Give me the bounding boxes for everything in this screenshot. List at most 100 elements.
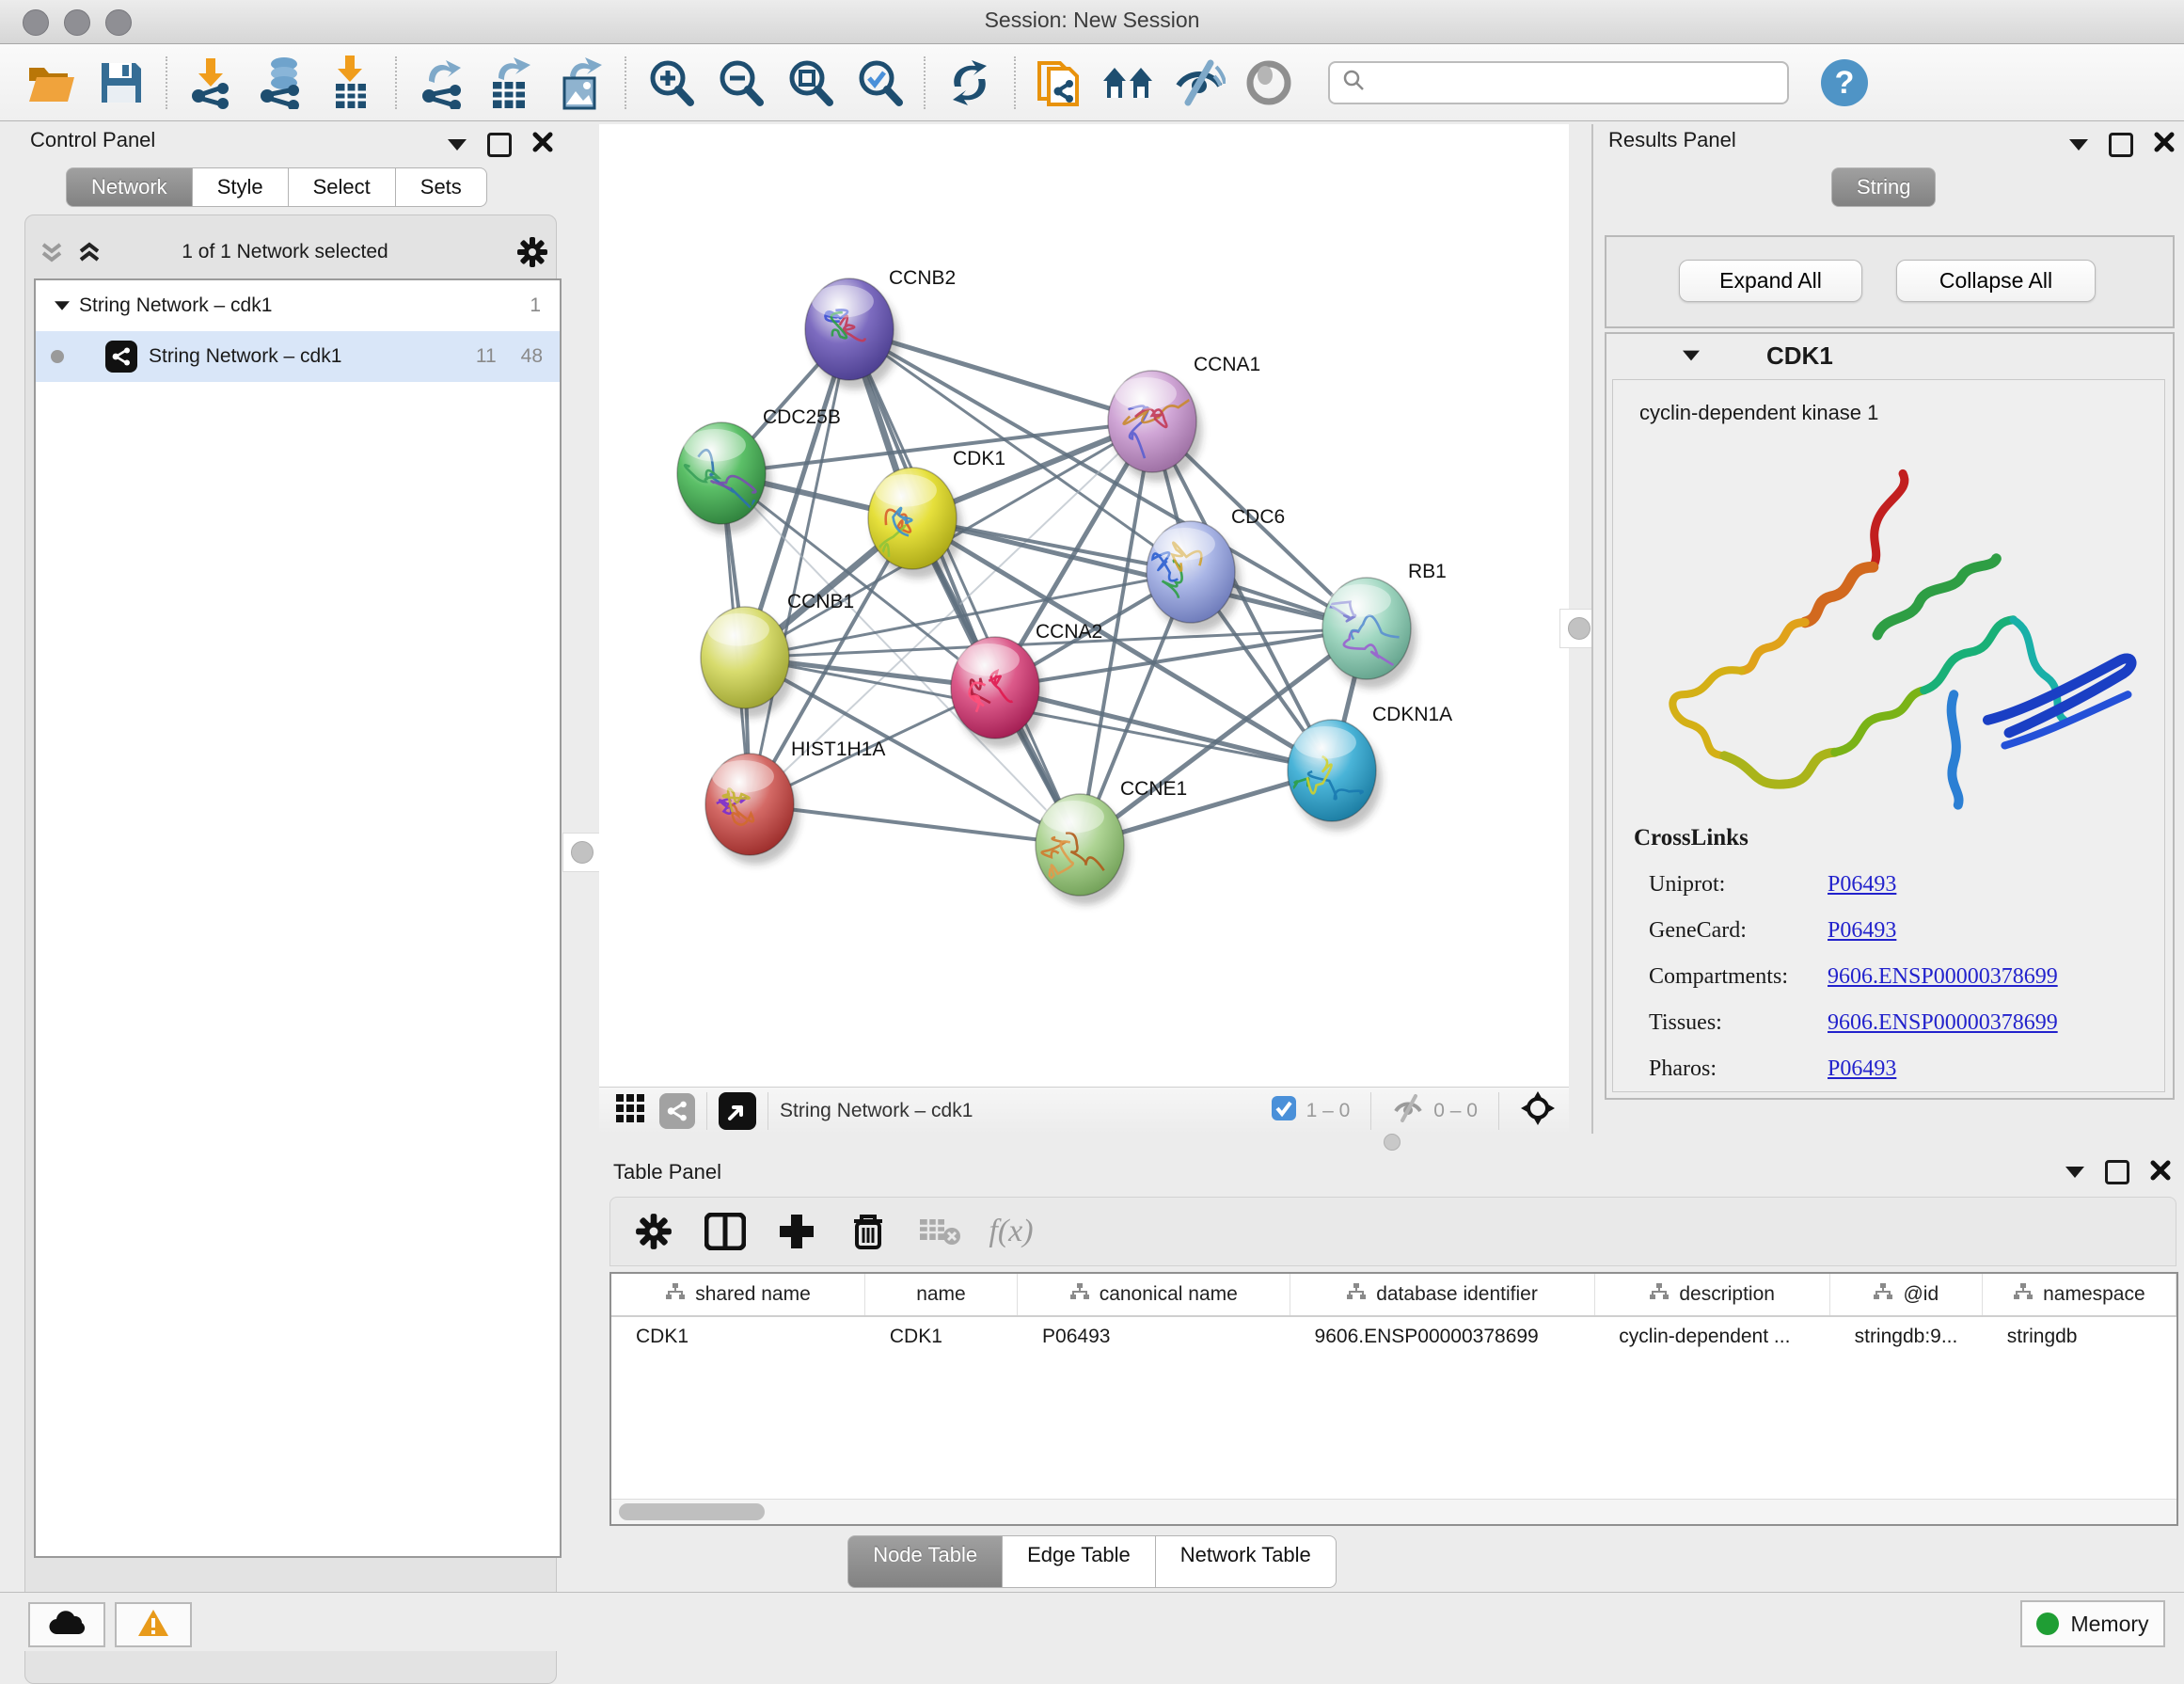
tab-select[interactable]: Select [289, 167, 396, 207]
float-panel-icon[interactable] [2105, 1160, 2129, 1184]
collapse-all-button[interactable]: Collapse All [1896, 260, 2096, 302]
grid-view-icon[interactable] [614, 1092, 646, 1130]
close-panel-icon[interactable] [532, 132, 553, 157]
network-list-options-icon[interactable] [515, 235, 549, 274]
hidden-eye-icon[interactable] [1392, 1094, 1424, 1128]
search-icon [1341, 68, 1366, 97]
pharos-link[interactable]: P06493 [1828, 1056, 1896, 1082]
network-node-cdkn1a[interactable] [1280, 720, 1382, 831]
network-icon [105, 341, 137, 373]
column-header-namespace[interactable]: namespace [1983, 1274, 2176, 1315]
panel-menu-icon[interactable] [448, 139, 467, 151]
tab-edge-table[interactable]: Edge Table [1003, 1535, 1156, 1588]
float-panel-icon[interactable] [487, 133, 512, 157]
cell-0[interactable]: CDK1 [611, 1317, 865, 1357]
compartments-link[interactable]: 9606.ENSP00000378699 [1828, 964, 2058, 990]
memory-button[interactable]: Memory [2020, 1600, 2165, 1647]
hide-graphics-details-button[interactable] [1164, 53, 1234, 113]
new-network-from-selection-button[interactable] [1025, 53, 1095, 113]
export-table-button[interactable] [476, 53, 546, 113]
delete-column-icon[interactable] [832, 1203, 904, 1260]
cell-4[interactable]: cyclin-dependent ... [1594, 1317, 1829, 1357]
column-header-name[interactable]: name [865, 1274, 1018, 1315]
search-input[interactable] [1366, 71, 1765, 95]
help-icon: ? [1819, 57, 1870, 108]
column-header-shared-name[interactable]: shared name [611, 1274, 865, 1315]
table-horizontal-scrollbar[interactable] [611, 1499, 2176, 1524]
tab-string[interactable]: String [1831, 167, 1936, 207]
network-node-ccnb1[interactable] [701, 607, 795, 718]
help-button[interactable]: ? [1810, 53, 1879, 113]
tab-sets[interactable]: Sets [396, 167, 487, 207]
table-row[interactable]: CDK1CDK1P064939606.ENSP00000378699cyclin… [611, 1317, 2176, 1357]
node-label-cdkn1a: CDKN1A [1372, 704, 1452, 725]
column-header-database-identifier[interactable]: database identifier [1290, 1274, 1595, 1315]
apply-layout-icon [945, 58, 994, 107]
left-splitter-handle[interactable] [562, 833, 602, 872]
network-node-ccne1[interactable] [1036, 794, 1130, 905]
network-collection-row[interactable]: String Network – cdk1 1 [36, 280, 560, 331]
network-node-cdc25b[interactable] [677, 422, 771, 533]
column-header--id[interactable]: @id [1830, 1274, 1983, 1315]
tab-style[interactable]: Style [193, 167, 289, 207]
graphics-details-button[interactable] [1234, 53, 1304, 113]
create-column-icon[interactable] [761, 1203, 832, 1260]
cell-3[interactable]: 9606.ENSP00000378699 [1290, 1317, 1595, 1357]
panel-menu-icon[interactable] [2069, 139, 2088, 151]
right-splitter[interactable] [1569, 124, 1591, 1134]
zoom-out-button[interactable] [705, 53, 775, 113]
close-panel-icon[interactable] [2150, 1160, 2171, 1185]
network-node-ccna1[interactable] [1108, 371, 1202, 482]
svg-text:?: ? [1835, 65, 1855, 101]
zoom-selected-button[interactable] [845, 53, 914, 113]
column-header-canonical-name[interactable]: canonical name [1018, 1274, 1290, 1315]
cell-5[interactable]: stringdb:9... [1830, 1317, 1983, 1357]
cell-6[interactable]: stringdb [1983, 1317, 2176, 1357]
left-splitter[interactable] [562, 124, 599, 1134]
network-view-icon[interactable] [659, 1093, 695, 1129]
network-node-ccna2[interactable] [951, 637, 1045, 748]
network-canvas[interactable]: CCNB2CCNA1CDC25BCDK1CDC6RB1CCNB1CCNA2CDK… [599, 124, 1569, 1087]
selected-checkbox-icon[interactable] [1271, 1095, 1297, 1127]
expand-all-button[interactable]: Expand All [1679, 260, 1862, 302]
network-node-rb1[interactable] [1322, 578, 1416, 689]
uniprot-link[interactable]: P06493 [1828, 872, 1896, 898]
close-panel-icon[interactable] [2154, 132, 2175, 157]
tab-network-table[interactable]: Network Table [1156, 1535, 1337, 1588]
horizontal-splitter[interactable] [599, 1134, 2184, 1151]
tab-network[interactable]: Network [66, 167, 193, 207]
import-network-file-button[interactable] [177, 53, 246, 113]
float-panel-icon[interactable] [2109, 133, 2133, 157]
warnings-button[interactable] [115, 1602, 192, 1647]
export-network-button[interactable] [406, 53, 476, 113]
zoom-in-button[interactable] [636, 53, 705, 113]
collection-expander-icon[interactable] [55, 301, 70, 310]
network-node-cdk1[interactable] [868, 468, 962, 579]
table-options-icon[interactable] [618, 1203, 689, 1260]
show-columns-icon[interactable] [689, 1203, 761, 1260]
tab-node-table[interactable]: Node Table [847, 1535, 1003, 1588]
network-view-title: String Network – cdk1 [780, 1100, 973, 1122]
panel-menu-icon[interactable] [2065, 1167, 2084, 1178]
network-node-cdc6[interactable] [1147, 521, 1241, 632]
import-network-database-button[interactable] [246, 53, 316, 113]
save-session-button[interactable] [87, 53, 156, 113]
network-row[interactable]: String Network – cdk1 11 48 [36, 331, 560, 382]
birds-eye-view-icon[interactable] [719, 1092, 756, 1130]
search-field[interactable] [1328, 61, 1789, 104]
export-image-button[interactable] [546, 53, 615, 113]
gene-expander-icon[interactable] [1683, 351, 1700, 361]
apply-layout-button[interactable] [935, 53, 1005, 113]
cell-2[interactable]: P06493 [1018, 1317, 1290, 1357]
open-file-button[interactable] [17, 53, 87, 113]
cell-1[interactable]: CDK1 [865, 1317, 1018, 1357]
move-network-icon[interactable] [1520, 1090, 1556, 1132]
import-table-button[interactable] [316, 53, 386, 113]
column-header-description[interactable]: description [1595, 1274, 1830, 1315]
genecard-link[interactable]: P06493 [1828, 918, 1896, 944]
first-neighbors-button[interactable] [1095, 53, 1164, 113]
cloud-button[interactable] [28, 1602, 105, 1647]
zoom-fit-button[interactable] [775, 53, 845, 113]
tissues-link[interactable]: 9606.ENSP00000378699 [1828, 1010, 2058, 1036]
network-node-ccnb2[interactable] [805, 278, 899, 389]
